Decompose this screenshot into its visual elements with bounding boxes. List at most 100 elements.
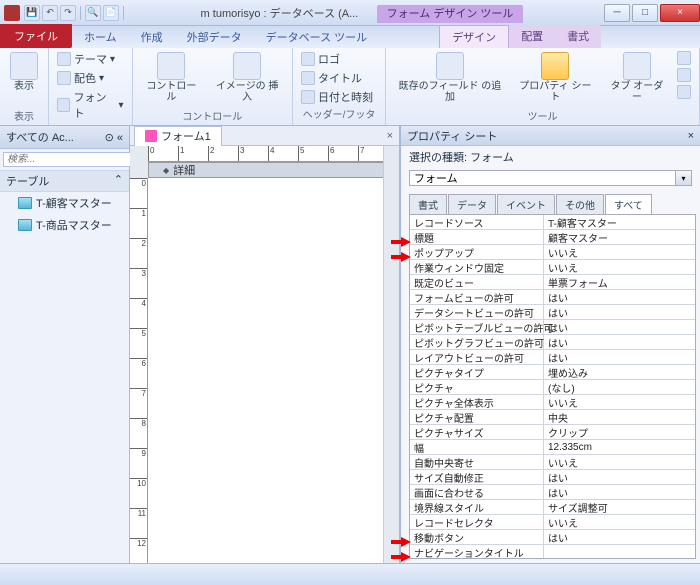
property-row[interactable]: ナビゲーションタイトル: [410, 545, 695, 559]
redo-icon[interactable]: ↷: [60, 5, 76, 21]
tab-external[interactable]: 外部データ: [175, 26, 254, 48]
property-value[interactable]: 単票フォーム: [544, 275, 695, 290]
design-surface[interactable]: [148, 178, 399, 563]
property-value[interactable]: 12.335cm: [544, 442, 695, 453]
property-row[interactable]: ピクチャサイズクリップ: [410, 425, 695, 440]
logo-button[interactable]: ロゴ: [299, 50, 375, 68]
form-tab[interactable]: フォーム1: [134, 126, 222, 146]
property-value[interactable]: はい: [544, 485, 695, 500]
tab-design[interactable]: デザイン: [439, 25, 509, 48]
minimize-button[interactable]: ─: [604, 4, 630, 22]
close-icon[interactable]: ×: [688, 130, 694, 142]
property-row[interactable]: 作業ウィンドウ固定いいえ: [410, 260, 695, 275]
property-value[interactable]: サイズ調整可: [544, 500, 695, 515]
tab-dbtools[interactable]: データベース ツール: [254, 26, 380, 48]
maximize-button[interactable]: □: [632, 4, 658, 22]
nav-item-table[interactable]: T-商品マスター: [0, 214, 129, 236]
tool-misc-icon[interactable]: [675, 84, 693, 100]
property-row[interactable]: ピクチャ(なし): [410, 380, 695, 395]
chevron-down-icon[interactable]: ▾: [676, 170, 692, 186]
tab-format[interactable]: 書式: [555, 25, 601, 48]
nav-item-table[interactable]: T-顧客マスター: [0, 192, 129, 214]
property-value[interactable]: いいえ: [544, 260, 695, 275]
insert-image-button[interactable]: イメージの 挿入: [208, 50, 286, 105]
tool-misc-icon[interactable]: [675, 67, 693, 83]
property-row[interactable]: フォームビューの許可はい: [410, 290, 695, 305]
save-icon[interactable]: 💾: [24, 5, 40, 21]
tab-order-button[interactable]: タブ オーダー: [603, 50, 671, 105]
property-row[interactable]: ピボットテーブルビューの許可はい: [410, 320, 695, 335]
qat-item-icon[interactable]: 📄: [103, 5, 119, 21]
property-value[interactable]: はい: [544, 470, 695, 485]
property-row[interactable]: レコードソースT-顧客マスター: [410, 215, 695, 230]
property-value[interactable]: (なし): [544, 380, 695, 395]
scrollbar-vertical[interactable]: [383, 146, 399, 563]
property-value[interactable]: いいえ: [544, 245, 695, 260]
close-button[interactable]: ×: [660, 4, 700, 22]
close-tab-icon[interactable]: ×: [387, 130, 393, 142]
property-grid[interactable]: レコードソースT-顧客マスター標題顧客マスターポップアップいいえ作業ウィンドウ固…: [409, 214, 696, 559]
controls-gallery-button[interactable]: コントロール: [139, 50, 205, 105]
property-row[interactable]: 境界線スタイルサイズ調整可: [410, 500, 695, 515]
property-value[interactable]: T-顧客マスター: [544, 215, 695, 230]
property-row[interactable]: 標題顧客マスター: [410, 230, 695, 245]
add-existing-fields-button[interactable]: 既存のフィールド の追加: [392, 50, 508, 105]
search-input[interactable]: [3, 152, 145, 167]
property-sheet: プロパティ シート × 選択の種類: フォーム ▾ 書式データイベントその他すべ…: [400, 126, 700, 563]
property-tab[interactable]: すべて: [605, 194, 652, 214]
property-row[interactable]: ピクチャ全体表示いいえ: [410, 395, 695, 410]
colors-button[interactable]: 配色 ▾: [55, 69, 126, 87]
property-value[interactable]: いいえ: [544, 515, 695, 530]
title-button[interactable]: タイトル: [299, 69, 375, 87]
property-row[interactable]: 画面に合わせるはい: [410, 485, 695, 500]
nav-category[interactable]: テーブル ⌃: [0, 171, 129, 192]
property-value[interactable]: 埋め込み: [544, 365, 695, 380]
tab-file[interactable]: ファイル: [0, 24, 72, 48]
property-tab[interactable]: イベント: [497, 194, 555, 214]
property-row[interactable]: レコードセレクタいいえ: [410, 515, 695, 530]
property-value[interactable]: はい: [544, 335, 695, 350]
property-tab[interactable]: 書式: [409, 194, 447, 214]
property-row[interactable]: サイズ自動修正はい: [410, 470, 695, 485]
property-value[interactable]: いいえ: [544, 455, 695, 470]
property-row[interactable]: ポップアップいいえ: [410, 245, 695, 260]
property-value[interactable]: 顧客マスター: [544, 230, 695, 245]
tab-create[interactable]: 作成: [129, 26, 175, 48]
property-row[interactable]: 幅12.335cm: [410, 440, 695, 455]
datetime-button[interactable]: 日付と時刻: [299, 88, 375, 106]
property-value[interactable]: はい: [544, 290, 695, 305]
detail-section-header[interactable]: 詳細: [148, 162, 399, 178]
themes-button[interactable]: テーマ ▾: [55, 50, 126, 68]
object-selector-input[interactable]: [409, 170, 676, 186]
property-value[interactable]: はい: [544, 350, 695, 365]
property-row[interactable]: レイアウトビューの許可はい: [410, 350, 695, 365]
property-row[interactable]: ピボットグラフビューの許可はい: [410, 335, 695, 350]
qat-item-icon[interactable]: 🔍: [85, 5, 101, 21]
property-row[interactable]: データシートビューの許可はい: [410, 305, 695, 320]
tool-misc-icon[interactable]: [675, 50, 693, 66]
annotation-arrow-icon: [391, 538, 413, 546]
property-row[interactable]: ピクチャタイプ埋め込み: [410, 365, 695, 380]
property-value[interactable]: はい: [544, 530, 695, 545]
view-button[interactable]: 表示: [6, 50, 42, 94]
property-sheet-button[interactable]: プロパティ シート: [512, 50, 599, 105]
property-value[interactable]: いいえ: [544, 395, 695, 410]
property-value[interactable]: 中央: [544, 410, 695, 425]
property-tab[interactable]: その他: [556, 194, 604, 214]
object-selector[interactable]: ▾: [409, 170, 692, 186]
nav-header[interactable]: すべての Ac... ⊙ «: [0, 126, 129, 149]
property-value[interactable]: はい: [544, 305, 695, 320]
property-row[interactable]: 自動中央寄せいいえ: [410, 455, 695, 470]
property-row[interactable]: ピクチャ配置中央: [410, 410, 695, 425]
property-name: 境界線スタイル: [410, 500, 544, 515]
fonts-button[interactable]: フォント ▾: [55, 88, 126, 122]
property-row[interactable]: 既定のビュー単票フォーム: [410, 275, 695, 290]
chevron-down-icon[interactable]: ⊙ «: [105, 131, 123, 144]
property-row[interactable]: 移動ボタンはい: [410, 530, 695, 545]
tab-home[interactable]: ホーム: [72, 26, 129, 48]
property-tab[interactable]: データ: [448, 194, 496, 214]
tab-arrange[interactable]: 配置: [509, 25, 555, 48]
property-value[interactable]: はい: [544, 320, 695, 335]
property-value[interactable]: クリップ: [544, 425, 695, 440]
undo-icon[interactable]: ↶: [42, 5, 58, 21]
